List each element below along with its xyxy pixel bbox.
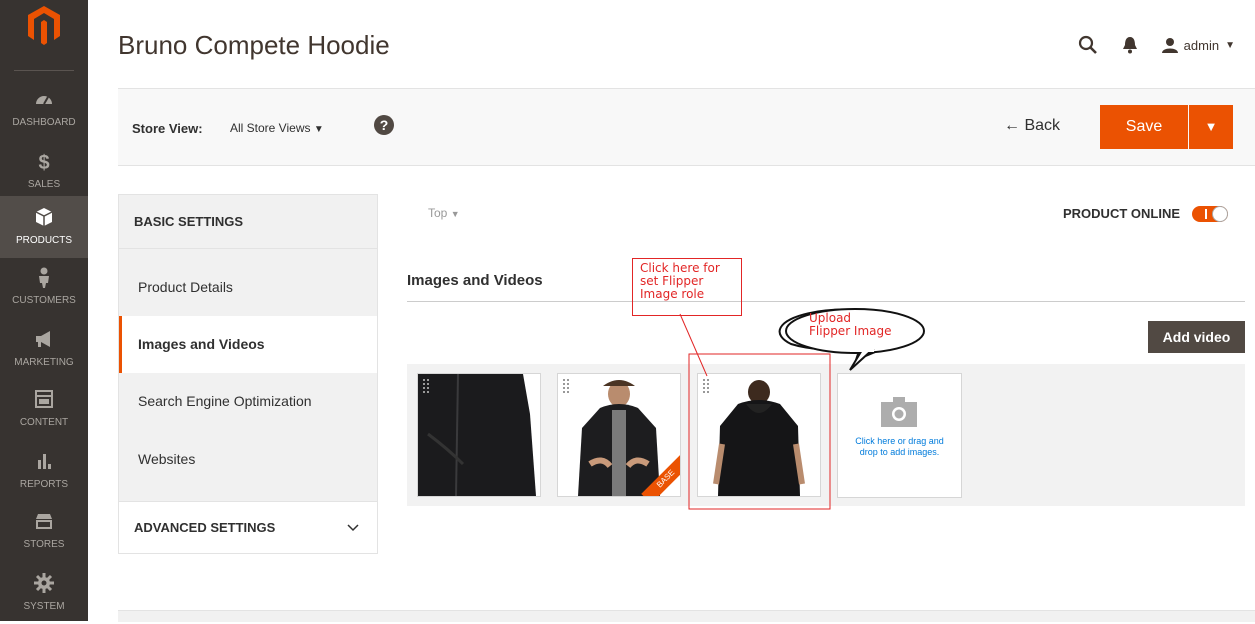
- page-footer-strip: [118, 610, 1255, 622]
- annotation-upload-note: Upload Flipper Image: [809, 312, 892, 338]
- annotation-overlay: [679, 308, 925, 510]
- annotation-line: Flipper Image: [809, 324, 892, 338]
